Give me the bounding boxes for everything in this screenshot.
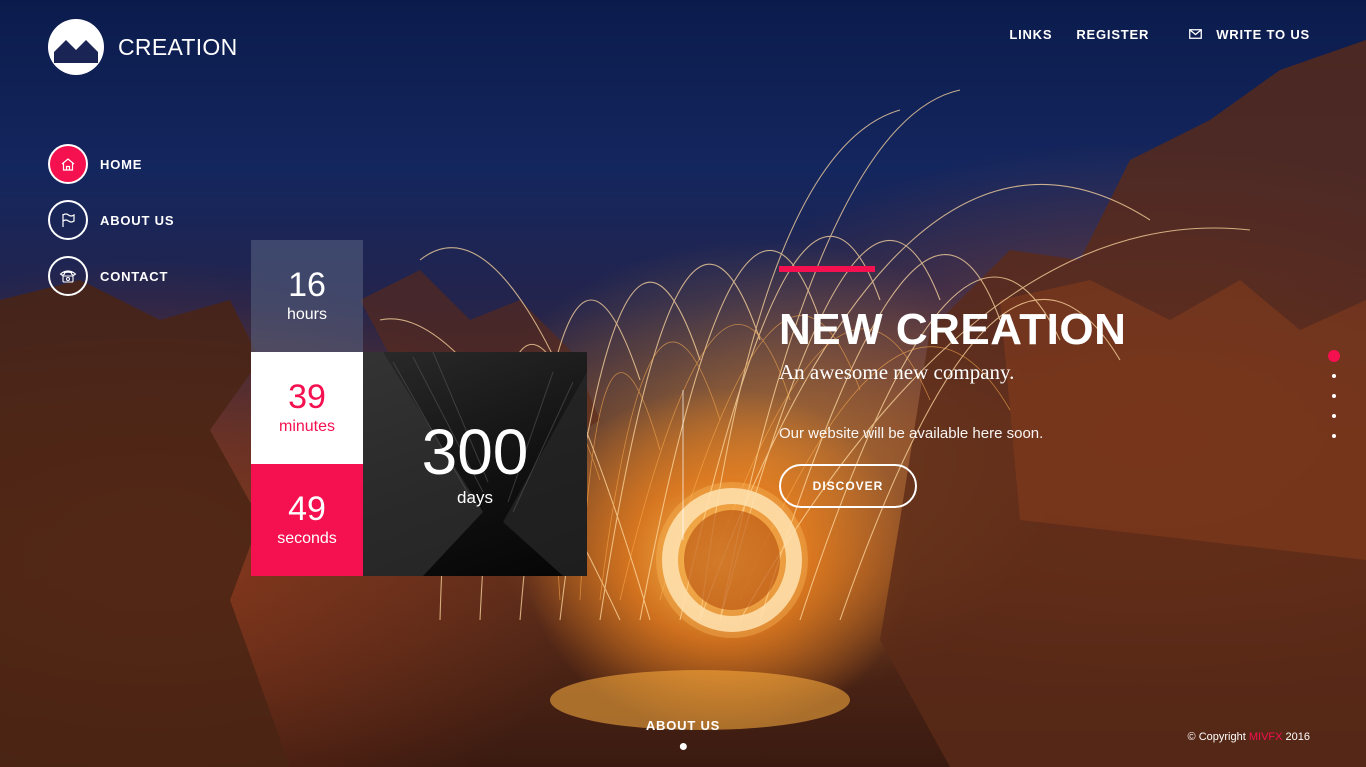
countdown-seconds: 49 seconds bbox=[251, 464, 363, 576]
mail-icon bbox=[1189, 27, 1203, 42]
side-nav-home-label: HOME bbox=[100, 156, 143, 172]
copyright: © Copyright MIVFX 2016 bbox=[1188, 731, 1310, 743]
scroll-to-about-us[interactable]: ABOUT US bbox=[646, 718, 720, 750]
hero-subtitle: An awesome new company. bbox=[779, 360, 1015, 384]
top-nav-write-to-us[interactable]: WRITE TO US bbox=[1173, 27, 1310, 42]
pagination-dot-5[interactable] bbox=[1332, 434, 1336, 438]
side-nav-contact-label: CONTACT bbox=[100, 268, 169, 284]
countdown-minutes-unit: minutes bbox=[278, 418, 336, 435]
side-nav-about-us[interactable]: ABOUT US bbox=[48, 200, 174, 240]
countdown-days: 300 days bbox=[363, 352, 587, 576]
countdown-minutes: 39 minutes bbox=[251, 352, 363, 464]
top-nav-register-label: REGISTER bbox=[1076, 27, 1150, 42]
countdown-hours-unit: hours bbox=[286, 306, 328, 323]
side-nav-home[interactable]: HOME bbox=[48, 144, 174, 184]
accent-bar bbox=[779, 266, 875, 272]
countdown-days-unit: days bbox=[457, 488, 493, 507]
countdown-days-value: 300 bbox=[421, 416, 529, 488]
hero-title: NEW CREATION bbox=[779, 305, 1127, 354]
pagination-dot-4[interactable] bbox=[1332, 414, 1336, 418]
section-pagination bbox=[1328, 350, 1340, 454]
top-nav-write-to-us-label: WRITE TO US bbox=[1216, 27, 1310, 42]
pagination-dot-1[interactable] bbox=[1328, 350, 1340, 362]
hero-section: NEW CREATION An awesome new company. Our… bbox=[779, 266, 1199, 508]
scroll-to-about-us-label: ABOUT US bbox=[645, 718, 721, 733]
flag-icon bbox=[48, 200, 88, 240]
countdown-hours-value: 16 bbox=[288, 266, 326, 304]
pagination-dot-3[interactable] bbox=[1332, 394, 1336, 398]
top-nav-links[interactable]: LINKS bbox=[1009, 27, 1052, 42]
discover-button[interactable]: DISCOVER bbox=[779, 464, 917, 508]
top-nav-register[interactable]: REGISTER bbox=[1076, 27, 1149, 42]
countdown-seconds-unit: seconds bbox=[277, 530, 337, 547]
countdown-seconds-value: 49 bbox=[288, 490, 326, 528]
phone-icon bbox=[48, 256, 88, 296]
countdown-hours: 16 hours bbox=[251, 240, 363, 352]
side-navigation: HOME ABOUT US CONTACT bbox=[48, 144, 174, 312]
side-nav-about-us-label: ABOUT US bbox=[100, 212, 175, 228]
hero-description: Our website will be available here soon. bbox=[779, 425, 1044, 442]
pagination-dot-2[interactable] bbox=[1332, 374, 1336, 378]
side-nav-contact[interactable]: CONTACT bbox=[48, 256, 174, 296]
countdown-minutes-value: 39 bbox=[288, 378, 326, 416]
scroll-indicator-dot bbox=[679, 743, 687, 750]
top-navigation: LINKS REGISTER WRITE TO US bbox=[985, 27, 1310, 42]
brand-name: CREATION bbox=[118, 33, 238, 60]
copyright-prefix: © Copyright bbox=[1187, 731, 1249, 743]
top-nav-links-label: LINKS bbox=[1009, 27, 1053, 42]
copyright-year: 2016 bbox=[1282, 731, 1310, 743]
brand-logo[interactable]: CREATION bbox=[48, 19, 238, 75]
copyright-brand-link[interactable]: MIVFX bbox=[1249, 731, 1283, 743]
mountain-logo-icon bbox=[48, 19, 104, 75]
home-icon bbox=[48, 144, 88, 184]
